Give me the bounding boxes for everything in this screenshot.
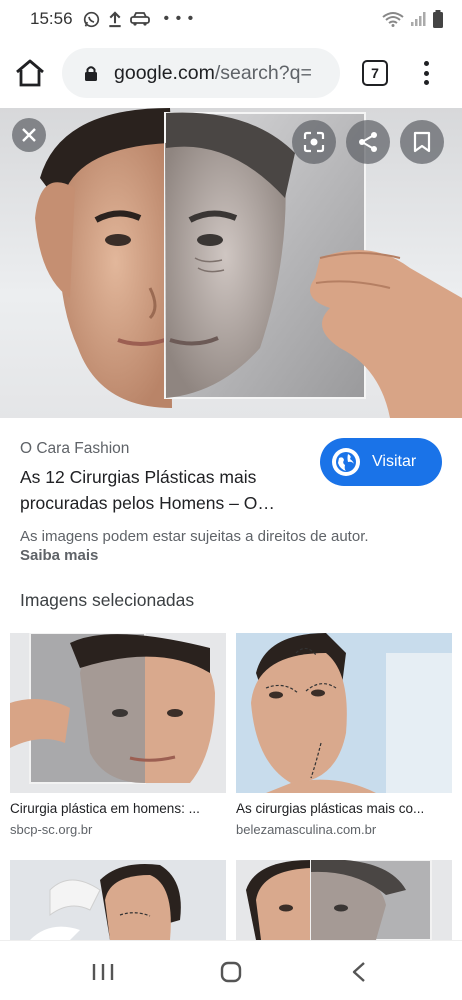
lens-search-button[interactable] xyxy=(292,120,336,164)
share-button[interactable] xyxy=(346,120,390,164)
related-item[interactable] xyxy=(10,860,226,940)
visit-button[interactable]: Visitar xyxy=(320,438,442,486)
lock-icon xyxy=(85,66,97,81)
browser-toolbar: google.com/search?q= 7 xyxy=(0,38,462,108)
related-thumbnail[interactable] xyxy=(236,860,452,940)
share-icon xyxy=(359,132,377,152)
home-icon[interactable] xyxy=(14,58,46,88)
related-thumbnail[interactable] xyxy=(10,633,226,793)
related-domain: belezamasculina.com.br xyxy=(236,822,377,837)
whatsapp-icon xyxy=(83,11,99,27)
related-section-title: Imagens selecionadas xyxy=(20,590,195,610)
source-name[interactable]: O Cara Fashion xyxy=(20,440,129,458)
related-item[interactable]: As cirurgias plásticas mais co... beleza… xyxy=(236,633,452,837)
status-icons-left: • • • xyxy=(83,10,195,28)
overflow-menu-icon[interactable] xyxy=(414,58,438,88)
signal-icon xyxy=(411,12,426,26)
car-icon xyxy=(129,12,150,26)
copyright-notice: As imagens podem estar sujeitas a direit… xyxy=(20,528,369,545)
more-dots-icon: • • • xyxy=(163,10,195,27)
home-nav-icon[interactable] xyxy=(216,959,246,985)
status-icons-right xyxy=(382,10,444,28)
status-time: 15:56 xyxy=(30,9,73,28)
preview-photo xyxy=(35,108,462,418)
bookmark-icon xyxy=(413,131,431,153)
address-bar[interactable]: google.com/search?q= xyxy=(62,48,340,98)
status-bar: 15:56 • • • xyxy=(0,0,462,38)
related-thumbnail[interactable] xyxy=(10,860,226,940)
wifi-icon xyxy=(382,12,404,27)
save-button[interactable] xyxy=(400,120,444,164)
visit-label: Visitar xyxy=(372,453,417,470)
related-item[interactable] xyxy=(236,860,452,940)
tab-switcher-button[interactable]: 7 xyxy=(362,60,388,86)
globe-icon xyxy=(332,448,360,476)
preview-image[interactable] xyxy=(0,108,462,418)
related-caption: Cirurgia plástica em homens: ... xyxy=(10,801,200,816)
url-text: google.com/search?q= xyxy=(114,62,312,85)
system-nav-bar xyxy=(0,940,462,1000)
upload-icon xyxy=(108,10,121,27)
related-item[interactable]: Cirurgia plástica em homens: ... sbcp-sc… xyxy=(10,633,226,837)
related-caption: As cirurgias plásticas mais co... xyxy=(236,801,425,816)
url-host: google.com xyxy=(114,61,215,84)
tab-count: 7 xyxy=(371,65,379,81)
close-icon xyxy=(22,128,36,142)
close-preview-button[interactable] xyxy=(12,118,46,152)
recent-apps-icon[interactable] xyxy=(88,959,118,985)
related-domain: sbcp-sc.org.br xyxy=(10,822,93,837)
image-title[interactable]: As 12 Cirurgias Plásticas mais procurada… xyxy=(20,464,310,516)
related-thumbnail[interactable] xyxy=(236,633,452,793)
url-path: /search?q= xyxy=(214,61,312,84)
battery-icon xyxy=(433,10,443,28)
back-icon[interactable] xyxy=(344,959,374,985)
learn-more-link[interactable]: Saiba mais xyxy=(20,547,98,564)
lens-icon xyxy=(303,131,325,153)
